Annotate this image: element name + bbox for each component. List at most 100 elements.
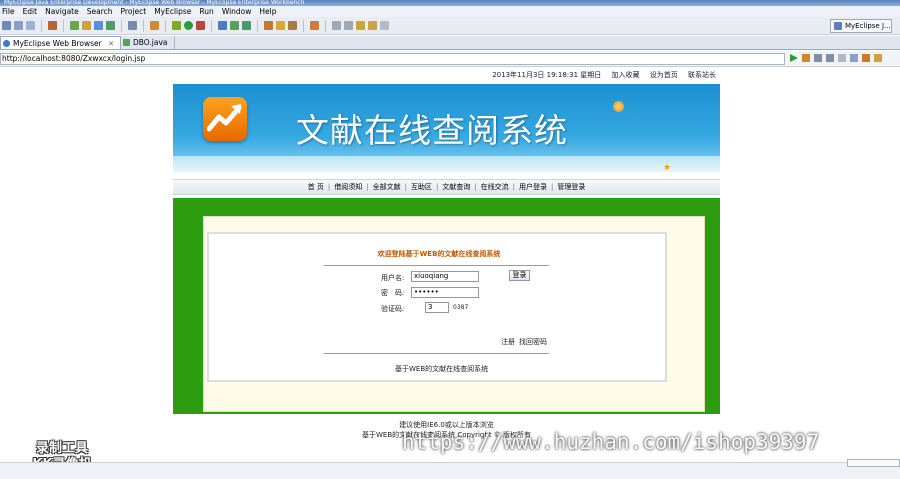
captcha-image: 0387: [453, 304, 469, 311]
perspective-switcher[interactable]: MyEclipse J...: [830, 19, 892, 33]
menu-project[interactable]: Project: [121, 7, 147, 16]
new-icon[interactable]: [2, 21, 11, 30]
tab-dbo-java[interactable]: DBO.java: [121, 36, 175, 49]
last-edit-icon[interactable]: [356, 21, 365, 30]
contact-link[interactable]: 联系站长: [688, 71, 716, 79]
web-icon[interactable]: [106, 21, 115, 30]
menu-search[interactable]: Search: [87, 7, 113, 16]
captcha-label: 验证码:: [381, 305, 405, 313]
tab-web-browser[interactable]: MyEclipse Web Browser ✕: [0, 36, 121, 49]
site-nav: 首 页 | 借阅须知 | 全部文献 | 互助区 | 文献查询 | 在线交流 | 用户登录 | 管理登录: [173, 179, 720, 195]
forgot-password-link[interactable]: 找回密码: [519, 337, 547, 347]
date-time: 2013年11月3日 19:18:31 星期日: [492, 71, 602, 79]
project-icon[interactable]: [94, 21, 103, 30]
username-input[interactable]: xiuoqiang: [411, 271, 479, 282]
new-class-icon[interactable]: [242, 21, 251, 30]
menu-help[interactable]: Help: [259, 7, 276, 16]
page-icon[interactable]: [874, 54, 882, 62]
username-label: 用户名:: [381, 274, 405, 282]
nav-user-login[interactable]: 用户登录: [515, 183, 551, 191]
watermark-url: https://www.huzhan.com/ishop39397: [402, 430, 820, 454]
close-icon[interactable]: ✕: [108, 40, 114, 48]
save-all-icon[interactable]: [26, 21, 35, 30]
globe-icon: [3, 40, 10, 47]
browser-nav-buttons: [790, 54, 882, 62]
site-title: 文献在线查阅系统: [296, 111, 568, 150]
prev-annotation-icon[interactable]: [344, 21, 353, 30]
url-input[interactable]: http://localhost:8080/Zxwxcx/login.jsp: [0, 53, 785, 65]
save-icon[interactable]: [14, 21, 23, 30]
nav-help-area[interactable]: 互助区: [407, 183, 436, 191]
banner-stripe: [173, 156, 720, 172]
password-label: 密 码:: [381, 289, 405, 297]
debug-icon[interactable]: [172, 21, 181, 30]
bookmark-icon[interactable]: [802, 54, 810, 62]
new-package-icon[interactable]: [230, 21, 239, 30]
stop-icon[interactable]: [838, 54, 846, 62]
run-icon[interactable]: [184, 21, 193, 30]
external-tools-icon[interactable]: [196, 21, 205, 30]
captcha-input[interactable]: 3: [425, 302, 449, 313]
nav-borrow-rules[interactable]: 借阅须知: [330, 183, 366, 191]
wizard-icon[interactable]: [150, 21, 159, 30]
forward-icon[interactable]: [826, 54, 834, 62]
set-homepage-link[interactable]: 设为首页: [650, 71, 678, 79]
divider: [324, 353, 549, 354]
toolbar-separator: [143, 19, 144, 32]
editor-icon[interactable]: [128, 21, 137, 30]
nav-admin-login[interactable]: 管理登录: [553, 183, 589, 191]
decorative-orb-icon: [613, 101, 624, 112]
open-type-icon[interactable]: [264, 21, 273, 30]
refresh-icon[interactable]: [850, 54, 858, 62]
toolbar-separator: [165, 19, 166, 32]
recorder-watermark-line1: 录制工具: [35, 441, 88, 456]
toolbar-separator: [121, 19, 122, 32]
deploy-icon[interactable]: [82, 21, 91, 30]
tab-label: DBO.java: [133, 38, 168, 47]
search-icon[interactable]: [276, 21, 285, 30]
menu-bar: File Edit Navigate Search Project MyEcli…: [0, 6, 900, 17]
browser-viewport: 2013年11月3日 19:18:31 星期日 加入收藏 设为首页 联系站长 文…: [0, 67, 900, 472]
nav-home[interactable]: 首 页: [304, 183, 328, 191]
toolbar-separator: [257, 19, 258, 32]
new-java-project-icon[interactable]: [218, 21, 227, 30]
print-icon[interactable]: [48, 21, 57, 30]
menu-myeclipse[interactable]: MyEclipse: [154, 7, 191, 16]
nav-all-documents[interactable]: 全部文献: [369, 183, 405, 191]
toolbar-separator: [211, 19, 212, 32]
status-bar: [0, 462, 900, 479]
home-icon[interactable]: [862, 54, 870, 62]
browser-address-bar: http://localhost:8080/Zxwxcx/login.jsp: [0, 51, 900, 67]
back-icon[interactable]: [368, 21, 377, 30]
login-button[interactable]: 登录: [509, 270, 530, 281]
toolbar-separator: [303, 19, 304, 32]
nav-document-search[interactable]: 文献查询: [438, 183, 474, 191]
java-file-icon: [123, 39, 130, 46]
add-favorite-link[interactable]: 加入收藏: [612, 71, 640, 79]
back-icon[interactable]: [814, 54, 822, 62]
main-toolbar: [0, 17, 900, 35]
server-icon[interactable]: [70, 21, 79, 30]
register-link[interactable]: 注册: [501, 337, 515, 347]
menu-file[interactable]: File: [2, 7, 15, 16]
menu-edit[interactable]: Edit: [23, 7, 38, 16]
web-page: 2013年11月3日 19:18:31 星期日 加入收藏 设为首页 联系站长 文…: [173, 67, 720, 462]
nav-online-chat[interactable]: 在线交流: [477, 183, 513, 191]
task-icon[interactable]: [288, 21, 297, 30]
go-icon[interactable]: [790, 54, 798, 62]
progress-bar: [847, 459, 900, 467]
toolbar-separator: [63, 19, 64, 32]
menu-window[interactable]: Window: [222, 7, 252, 16]
site-banner: 文献在线查阅系统 ★: [173, 84, 720, 172]
editor-tabbar: MyEclipse Web Browser ✕ DBO.java: [0, 36, 900, 50]
login-panel: 欢迎登陆基于WEB的文献在线查阅系统 用户名: xiuoqiang 登录 密 码…: [207, 232, 667, 382]
logo: [203, 97, 247, 141]
password-input[interactable]: ••••••: [411, 287, 479, 298]
login-bottom-text: 基于WEB的文献在线查阅系统: [395, 365, 489, 373]
menu-navigate[interactable]: Navigate: [45, 7, 79, 16]
annotation-icon[interactable]: [310, 21, 319, 30]
forward-icon[interactable]: [380, 21, 389, 30]
menu-run[interactable]: Run: [199, 7, 213, 16]
trend-chart-icon: [207, 104, 242, 132]
next-annotation-icon[interactable]: [332, 21, 341, 30]
